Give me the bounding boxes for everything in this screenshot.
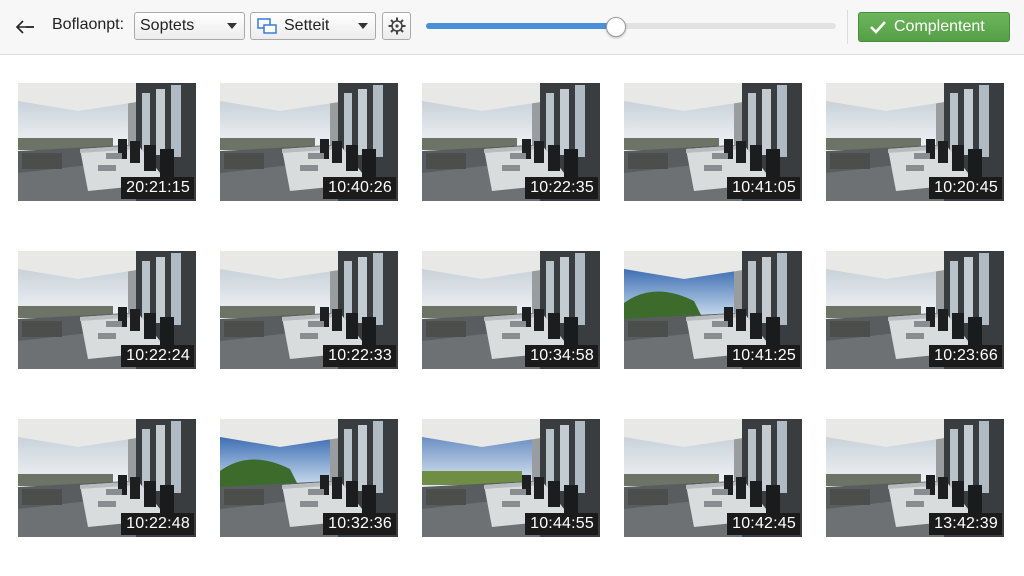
timestamp-label: 10:22:35: [525, 177, 598, 199]
settings-button[interactable]: [382, 12, 411, 40]
timestamp-label: 20:21:15: [121, 177, 194, 199]
timestamp-label: 10:42:45: [727, 513, 800, 535]
zoom-slider[interactable]: [426, 17, 836, 37]
chevron-down-icon: [227, 23, 237, 29]
thumbnail[interactable]: 10:44:55: [422, 419, 600, 537]
zoom-slider-handle[interactable]: [605, 17, 626, 37]
back-button[interactable]: [10, 13, 40, 41]
thumbnail[interactable]: 10:41:05: [624, 83, 802, 201]
thumbnail[interactable]: 10:22:48: [18, 419, 196, 537]
timestamp-label: 10:20:45: [929, 177, 1002, 199]
thumbnail[interactable]: 10:32:36: [220, 419, 398, 537]
timestamp-label: 10:44:55: [525, 513, 598, 535]
thumbnail[interactable]: 10:42:45: [624, 419, 802, 537]
thumbnail[interactable]: 10:22:24: [18, 251, 196, 369]
sort-dropdown-value: Soptets: [140, 17, 195, 34]
back-arrow-icon: [15, 20, 34, 34]
window-stack-icon: [257, 18, 277, 34]
timestamp-label: 10:41:05: [727, 177, 800, 199]
set-dropdown[interactable]: Setteit: [250, 12, 376, 40]
timestamp-label: 10:34:58: [525, 345, 598, 367]
timestamp-label: 10:22:48: [121, 513, 194, 535]
chevron-down-icon: [358, 23, 368, 29]
checkmark-icon: [870, 21, 886, 34]
thumbnail[interactable]: 10:23:66: [826, 251, 1004, 369]
timestamp-label: 10:23:66: [929, 345, 1002, 367]
thumbnail[interactable]: 13:42:39: [826, 419, 1004, 537]
thumbnail-grid: 20:21:15 10:40:26 10:22:35 10:41:05 10:20:45…: [0, 54, 1024, 576]
timestamp-label: 10:32:36: [323, 513, 396, 535]
sort-dropdown[interactable]: Soptets: [134, 12, 245, 40]
page-title: Boflaonpt:: [52, 16, 125, 33]
timestamp-label: 13:42:39: [929, 513, 1002, 535]
thumbnail[interactable]: 10:40:26: [220, 83, 398, 201]
timestamp-label: 10:22:24: [121, 345, 194, 367]
thumbnail[interactable]: 20:21:15: [18, 83, 196, 201]
thumbnail[interactable]: 10:22:33: [220, 251, 398, 369]
toolbar-divider: [847, 10, 848, 44]
thumbnail[interactable]: 10:34:58: [422, 251, 600, 369]
set-dropdown-value: Setteit: [284, 17, 330, 34]
timestamp-label: 10:40:26: [323, 177, 396, 199]
zoom-slider-fill: [426, 23, 615, 29]
gear-icon: [388, 17, 405, 35]
toolbar: Boflaonpt: Soptets Setteit Complentent: [0, 0, 1024, 55]
timestamp-label: 10:22:33: [323, 345, 396, 367]
thumbnail[interactable]: 10:20:45: [826, 83, 1004, 201]
complete-button-label: Complentent: [894, 18, 985, 35]
timestamp-label: 10:41:25: [727, 345, 800, 367]
complete-button[interactable]: Complentent: [858, 12, 1010, 42]
thumbnail[interactable]: 10:22:35: [422, 83, 600, 201]
thumbnail[interactable]: 10:41:25: [624, 251, 802, 369]
